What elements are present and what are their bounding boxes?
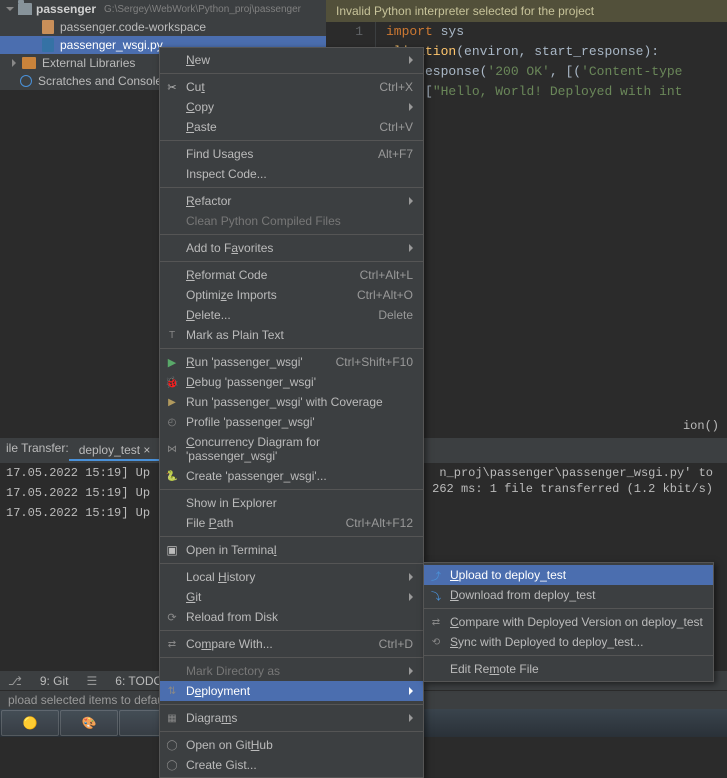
profile-icon: ◴ <box>165 415 179 429</box>
submenu-arrow-icon <box>409 593 413 601</box>
transfer-tab[interactable]: deploy_test × <box>69 441 161 461</box>
todo-tool-tab[interactable]: 6: TODO <box>115 674 163 688</box>
menu-edit-remote[interactable]: Edit Remote File <box>424 659 713 679</box>
menu-run-coverage[interactable]: ▶Run 'passenger_wsgi' with Coverage <box>160 392 423 412</box>
menu-mark-directory[interactable]: Mark Directory as <box>160 661 423 681</box>
scratches-icon <box>20 75 32 87</box>
menu-compare-with[interactable]: ⇄Compare With...Ctrl+D <box>160 634 423 654</box>
menu-profile[interactable]: ◴Profile 'passenger_wsgi' <box>160 412 423 432</box>
menu-local-history[interactable]: Local History <box>160 567 423 587</box>
diagram-icon: ▦ <box>165 711 179 725</box>
menu-open-terminal[interactable]: ▣Open in Terminal <box>160 540 423 560</box>
submenu-arrow-icon <box>409 573 413 581</box>
menu-inspect-code[interactable]: Inspect Code... <box>160 164 423 184</box>
label: External Libraries <box>42 56 135 70</box>
menu-optimize-imports[interactable]: Optimize ImportsCtrl+Alt+O <box>160 285 423 305</box>
label: Scratches and Consoles <box>38 74 168 88</box>
menu-new[interactable]: New <box>160 50 423 70</box>
download-icon: ⤵ <box>429 588 443 602</box>
upload-icon: ⤴ <box>429 568 443 582</box>
compare-icon: ⇄ <box>429 615 443 629</box>
menu-concurrency[interactable]: ⋈Concurrency Diagram for 'passenger_wsgi… <box>160 432 423 466</box>
menu-mark-plain-text[interactable]: TMark as Plain Text <box>160 325 423 345</box>
menu-download[interactable]: ⤵Download from deploy_test <box>424 585 713 605</box>
file-name: passenger.code-workspace <box>60 20 206 34</box>
library-icon <box>22 57 36 69</box>
scissors-icon: ✂ <box>165 80 179 94</box>
menu-add-favorites[interactable]: Add to Favorites <box>160 238 423 258</box>
log-fragment: ion() <box>683 419 719 433</box>
menu-copy[interactable]: Copy <box>160 97 423 117</box>
menu-show-explorer[interactable]: Show in Explorer <box>160 493 423 513</box>
menu-create-config[interactable]: 🐍Create 'passenger_wsgi'... <box>160 466 423 486</box>
menu-refactor[interactable]: Refactor <box>160 191 423 211</box>
coverage-icon: ▶ <box>165 395 179 409</box>
submenu-arrow-icon <box>409 56 413 64</box>
python-file-icon <box>42 38 54 52</box>
log-fragment: 262 ms: 1 file transferred (1.2 kbit/s) <box>426 479 719 499</box>
menu-upload[interactable]: ⤴Upload to deploy_test <box>424 565 713 585</box>
menu-clean-compiled[interactable]: Clean Python Compiled Files <box>160 211 423 231</box>
menu-delete[interactable]: Delete...Delete <box>160 305 423 325</box>
menu-run[interactable]: ▶Run 'passenger_wsgi'Ctrl+Shift+F10 <box>160 352 423 372</box>
submenu-arrow-icon <box>409 714 413 722</box>
submenu-arrow-icon <box>409 197 413 205</box>
concurrency-icon: ⋈ <box>165 442 179 456</box>
menu-reload-disk[interactable]: ⟳Reload from Disk <box>160 607 423 627</box>
submenu-arrow-icon <box>409 687 413 695</box>
menu-file-path[interactable]: File PathCtrl+Alt+F12 <box>160 513 423 533</box>
expand-icon[interactable] <box>6 7 14 11</box>
git-tool-tab[interactable]: 9: Git <box>40 674 69 688</box>
submenu-arrow-icon <box>409 244 413 252</box>
menu-reformat[interactable]: Reformat CodeCtrl+Alt+L <box>160 265 423 285</box>
diff-icon: ⇄ <box>165 637 179 651</box>
run-icon: ▶ <box>165 355 179 369</box>
github-icon: ◯ <box>165 738 179 752</box>
menu-create-gist[interactable]: ◯Create Gist... <box>160 755 423 775</box>
deployment-submenu: ⤴Upload to deploy_test ⤵Download from de… <box>423 562 714 682</box>
context-menu: New ✂CutCtrl+X Copy PasteCtrl+V Find Usa… <box>159 47 424 778</box>
menu-diagrams[interactable]: ▦Diagrams <box>160 708 423 728</box>
menu-debug[interactable]: 🐞Debug 'passenger_wsgi' <box>160 372 423 392</box>
menu-cut[interactable]: ✂CutCtrl+X <box>160 77 423 97</box>
file-name: passenger_wsgi.py <box>60 38 163 52</box>
panel-label: ile Transfer: <box>6 441 69 461</box>
taskbar-chrome[interactable]: 🟡 <box>1 710 59 736</box>
bug-icon: 🐞 <box>165 375 179 389</box>
menu-deployment[interactable]: ⇅Deployment <box>160 681 423 701</box>
submenu-arrow-icon <box>409 103 413 111</box>
deployment-icon: ⇅ <box>165 684 179 698</box>
submenu-arrow-icon <box>409 667 413 675</box>
file-item[interactable]: passenger.code-workspace <box>0 18 326 36</box>
github-icon: ◯ <box>165 758 179 772</box>
folder-icon <box>18 3 32 15</box>
project-path: G:\Sergey\WebWork\Python_proj\passenger <box>104 4 301 15</box>
python-icon: 🐍 <box>165 469 179 483</box>
taskbar-paint[interactable]: 🎨 <box>60 710 118 736</box>
file-icon <box>42 20 54 34</box>
menu-sync-deployed[interactable]: ⟲Sync with Deployed to deploy_test... <box>424 632 713 652</box>
reload-icon: ⟳ <box>165 610 179 624</box>
line-number: 1 <box>326 22 376 42</box>
sync-icon: ⟲ <box>429 635 443 649</box>
menu-git[interactable]: Git <box>160 587 423 607</box>
terminal-icon: ▣ <box>165 543 179 557</box>
project-root[interactable]: passenger G:\Sergey\WebWork\Python_proj\… <box>0 0 326 18</box>
menu-open-github[interactable]: ◯Open on GitHub <box>160 735 423 755</box>
code-text[interactable]: import sys <box>376 22 464 42</box>
menu-find-usages[interactable]: Find UsagesAlt+F7 <box>160 144 423 164</box>
expand-icon[interactable] <box>12 59 16 67</box>
menu-compare-deployed[interactable]: ⇄Compare with Deployed Version on deploy… <box>424 612 713 632</box>
text-icon: T <box>165 328 179 342</box>
project-name: passenger <box>36 2 96 16</box>
menu-paste[interactable]: PasteCtrl+V <box>160 117 423 137</box>
interpreter-warning[interactable]: Invalid Python interpreter selected for … <box>326 0 727 22</box>
